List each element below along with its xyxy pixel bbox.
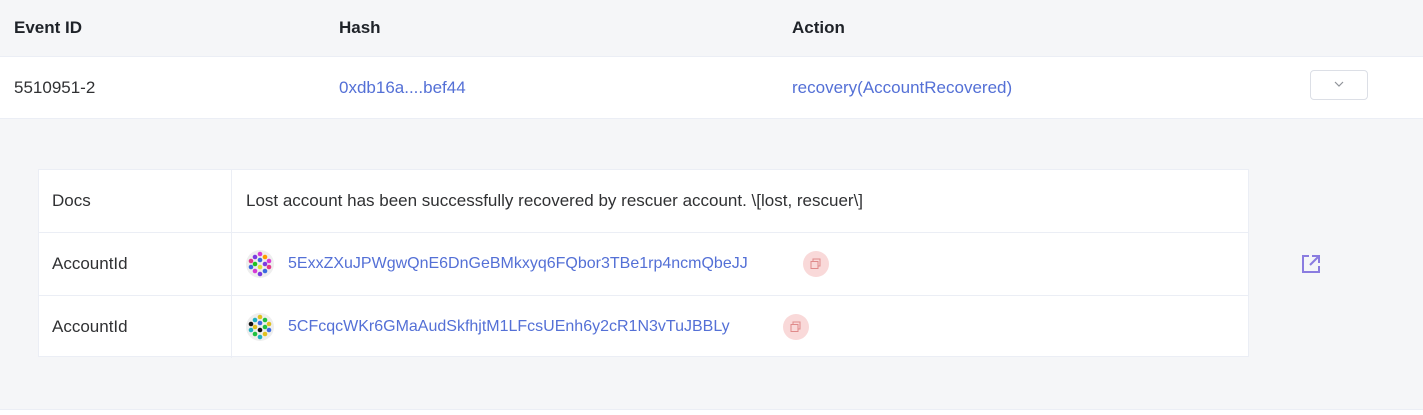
param-key: AccountId — [39, 296, 232, 358]
event-id-cell: 5510951-2 — [14, 78, 96, 97]
external-link-icon[interactable] — [1300, 253, 1322, 275]
action-link[interactable]: recovery(AccountRecovered) — [792, 57, 1012, 118]
header-action: Action — [792, 18, 845, 37]
account-address-link[interactable]: 5ExxZXuJPWgwQnE6DnGeBMkxyq6FQbor3TBe1rp4… — [288, 233, 748, 295]
identicon-icon — [246, 250, 274, 278]
copy-icon — [810, 258, 821, 269]
param-row-account: AccountId 5CFcqcWKr6GMaAudSkfhjtM1LFcsUE… — [39, 295, 1248, 358]
param-key: Docs — [39, 170, 232, 232]
copy-icon — [790, 321, 801, 332]
account-address-link[interactable]: 5CFcqcWKr6GMaAudSkfhjtM1LFcsUEnh6y2cR1N3… — [288, 296, 730, 358]
copy-button[interactable] — [803, 251, 829, 277]
event-details-panel: Docs Lost account has been successfully … — [0, 119, 1423, 409]
param-key: AccountId — [39, 233, 232, 295]
expand-button[interactable] — [1310, 70, 1368, 100]
param-value-docs: Lost account has been successfully recov… — [246, 191, 864, 210]
divider — [0, 409, 1423, 410]
header-hash: Hash — [339, 18, 381, 37]
identicon-icon — [246, 313, 274, 341]
param-row-account: AccountId 5ExxZXuJPWgwQnE6DnGeBMkxyq6FQb… — [39, 232, 1248, 295]
header-event-id: Event ID — [14, 18, 83, 37]
param-row-docs: Docs Lost account has been successfully … — [39, 170, 1248, 232]
table-row: 5510951-2 0xdb16a....bef44 recovery(Acco… — [0, 57, 1423, 119]
params-table: Docs Lost account has been successfully … — [38, 169, 1249, 358]
table-header: Event ID Hash Action — [0, 0, 1423, 57]
copy-button[interactable] — [783, 314, 809, 340]
chevron-down-icon — [1334, 81, 1344, 87]
hash-link[interactable]: 0xdb16a....bef44 — [339, 57, 466, 118]
